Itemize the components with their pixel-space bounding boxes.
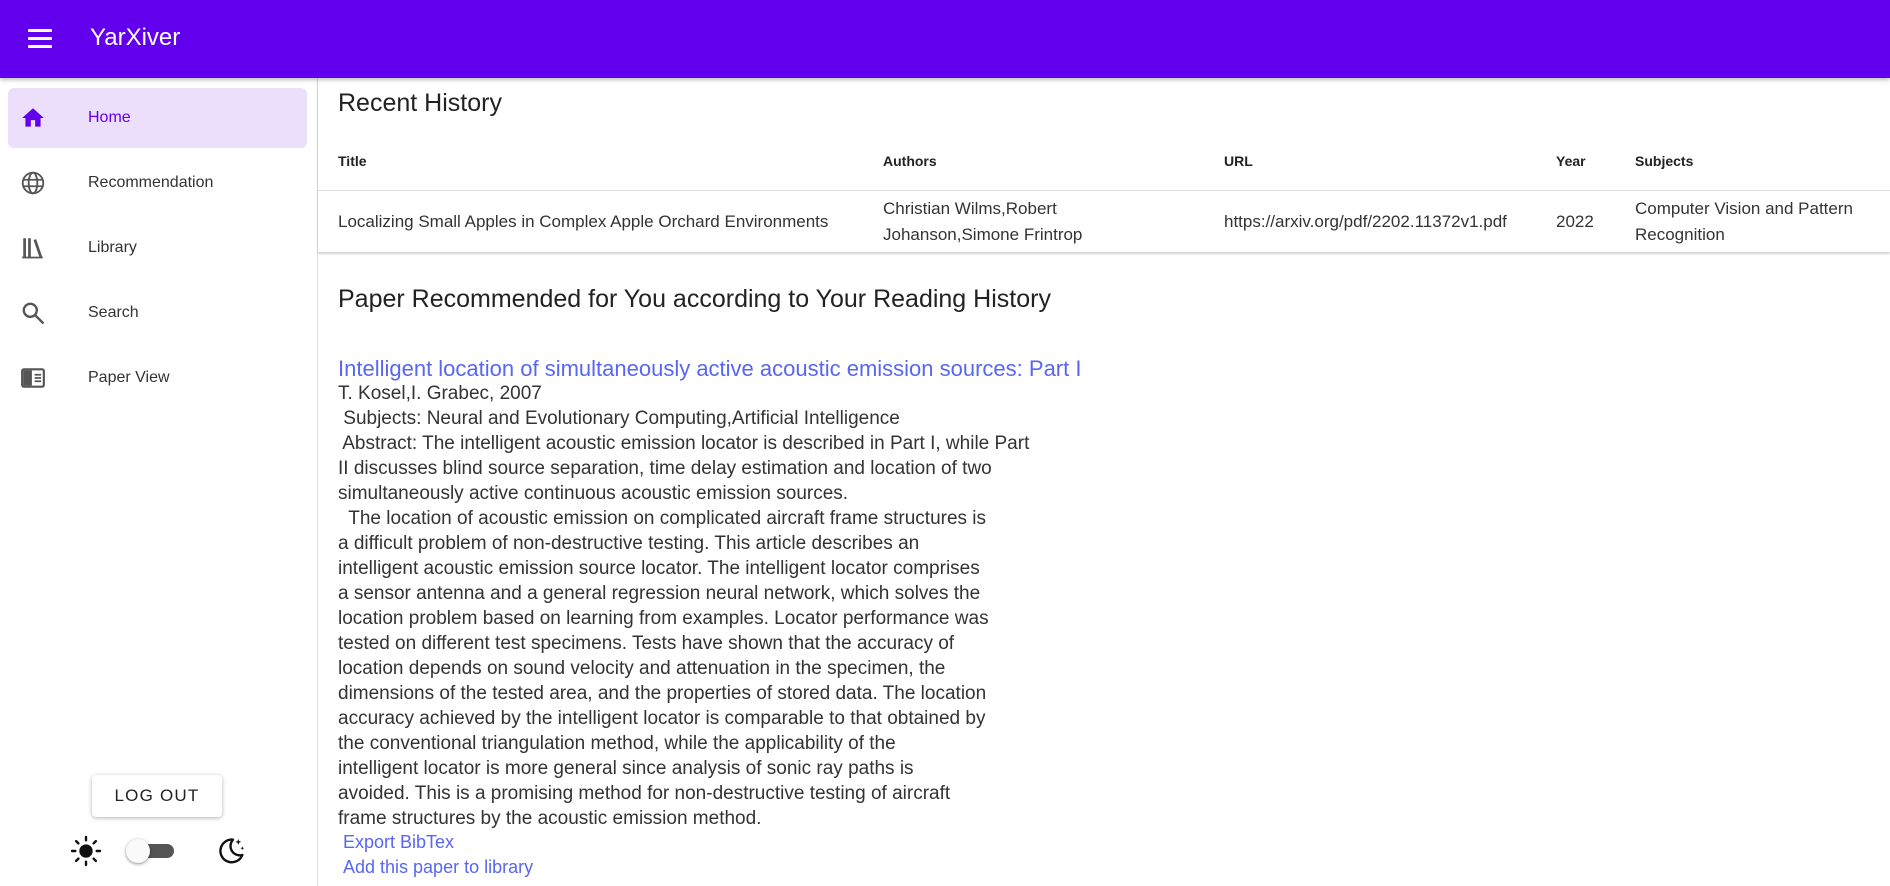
sidebar: Home Recommendation Library Search Paper… bbox=[0, 78, 318, 886]
abstract-line: a difficult problem of non-destructive t… bbox=[338, 533, 920, 554]
sidebar-item-search[interactable]: Search bbox=[8, 283, 307, 343]
abstract-line: the conventional triangulation method, w… bbox=[338, 733, 896, 754]
cell-title: Localizing Small Apples in Complex Apple… bbox=[338, 212, 829, 231]
paper-subjects: Subjects: Neural and Evolutionary Comput… bbox=[338, 408, 900, 429]
home-icon bbox=[22, 108, 44, 127]
column-header-year: Year bbox=[1556, 153, 1586, 169]
paper-byline: T. Kosel,I. Grabec, 2007 bbox=[338, 383, 542, 404]
main-content: Recent History Title Authors URL Year Su… bbox=[318, 78, 1890, 886]
paper-view-icon bbox=[21, 368, 45, 388]
dark-mode-toggle[interactable] bbox=[126, 839, 176, 863]
abstract-line: dimensions of the tested area, and the p… bbox=[338, 683, 987, 704]
paper-abstract: Abstract: The intelligent acoustic emiss… bbox=[338, 431, 1118, 831]
library-icon bbox=[22, 238, 43, 259]
theme-switcher bbox=[70, 831, 250, 871]
app-title: YarXiver bbox=[90, 24, 181, 51]
sidebar-item-home[interactable]: Home bbox=[8, 88, 307, 148]
recommendation-title: Paper Recommended for You according to Y… bbox=[338, 285, 1051, 313]
recent-history-card: Recent History Title Authors URL Year Su… bbox=[318, 78, 1890, 252]
cell-subjects: Computer Vision and Pattern bbox=[1635, 199, 1853, 218]
abstract-line: II discusses blind source separation, ti… bbox=[338, 458, 992, 479]
sidebar-item-label: Search bbox=[88, 304, 139, 321]
sidebar-item-recommendation[interactable]: Recommendation bbox=[8, 153, 307, 213]
export-bibtex-link[interactable]: Export BibTex bbox=[343, 830, 454, 854]
paper-title-link[interactable]: Intelligent location of simultaneously a… bbox=[338, 355, 1081, 383]
column-header-subjects: Subjects bbox=[1635, 153, 1694, 169]
abstract-line: simultaneously active continuous acousti… bbox=[338, 483, 849, 504]
menu-icon[interactable] bbox=[22, 22, 58, 56]
logout-button[interactable]: LOG OUT bbox=[92, 775, 222, 817]
sidebar-item-label: Library bbox=[88, 239, 137, 256]
abstract-line: tested on different test specimens. Test… bbox=[338, 633, 955, 654]
abstract-line: intelligent locator is more general sinc… bbox=[338, 758, 914, 779]
abstract-line: accuracy achieved by the intelligent loc… bbox=[338, 708, 986, 729]
sun-icon bbox=[70, 835, 102, 867]
abstract-line: The location of acoustic emission on com… bbox=[338, 508, 987, 529]
abstract-line: Abstract: The intelligent acoustic emiss… bbox=[338, 433, 1030, 454]
sidebar-item-label: Paper View bbox=[88, 369, 170, 386]
column-header-authors: Authors bbox=[883, 153, 937, 169]
cell-authors: Johanson,Simone Frintrop bbox=[883, 225, 1083, 244]
toggle-thumb bbox=[126, 839, 150, 863]
sidebar-item-label: Recommendation bbox=[88, 174, 214, 191]
recent-history-title: Recent History bbox=[338, 89, 502, 117]
abstract-line: avoided. This is a promising method for … bbox=[338, 783, 951, 804]
cell-subjects: Recognition bbox=[1635, 225, 1725, 244]
abstract-line: location problem based on learning from … bbox=[338, 608, 989, 629]
cell-authors: Christian Wilms,Robert bbox=[883, 199, 1057, 218]
abstract-line: a sensor antenna and a general regressio… bbox=[338, 583, 981, 604]
sidebar-item-paper-view[interactable]: Paper View bbox=[8, 348, 307, 408]
search-icon bbox=[22, 302, 44, 324]
cell-year: 2022 bbox=[1556, 212, 1594, 231]
abstract-line: location depends on sound velocity and a… bbox=[338, 658, 946, 679]
add-to-library-link[interactable]: Add this paper to library bbox=[343, 855, 533, 879]
cell-url: https://arxiv.org/pdf/2202.11372v1.pdf bbox=[1224, 212, 1507, 231]
table-divider bbox=[318, 190, 1890, 191]
sidebar-item-library[interactable]: Library bbox=[8, 218, 307, 278]
moon-icon bbox=[219, 838, 245, 864]
globe-icon bbox=[21, 171, 45, 195]
app-bar: YarXiver bbox=[0, 0, 1890, 78]
sidebar-item-label: Home bbox=[88, 109, 131, 126]
column-header-url: URL bbox=[1224, 153, 1253, 169]
abstract-line: intelligent acoustic emission source loc… bbox=[338, 558, 980, 579]
abstract-line: frame structures by the acoustic emissio… bbox=[338, 808, 762, 829]
column-header-title: Title bbox=[338, 153, 367, 169]
